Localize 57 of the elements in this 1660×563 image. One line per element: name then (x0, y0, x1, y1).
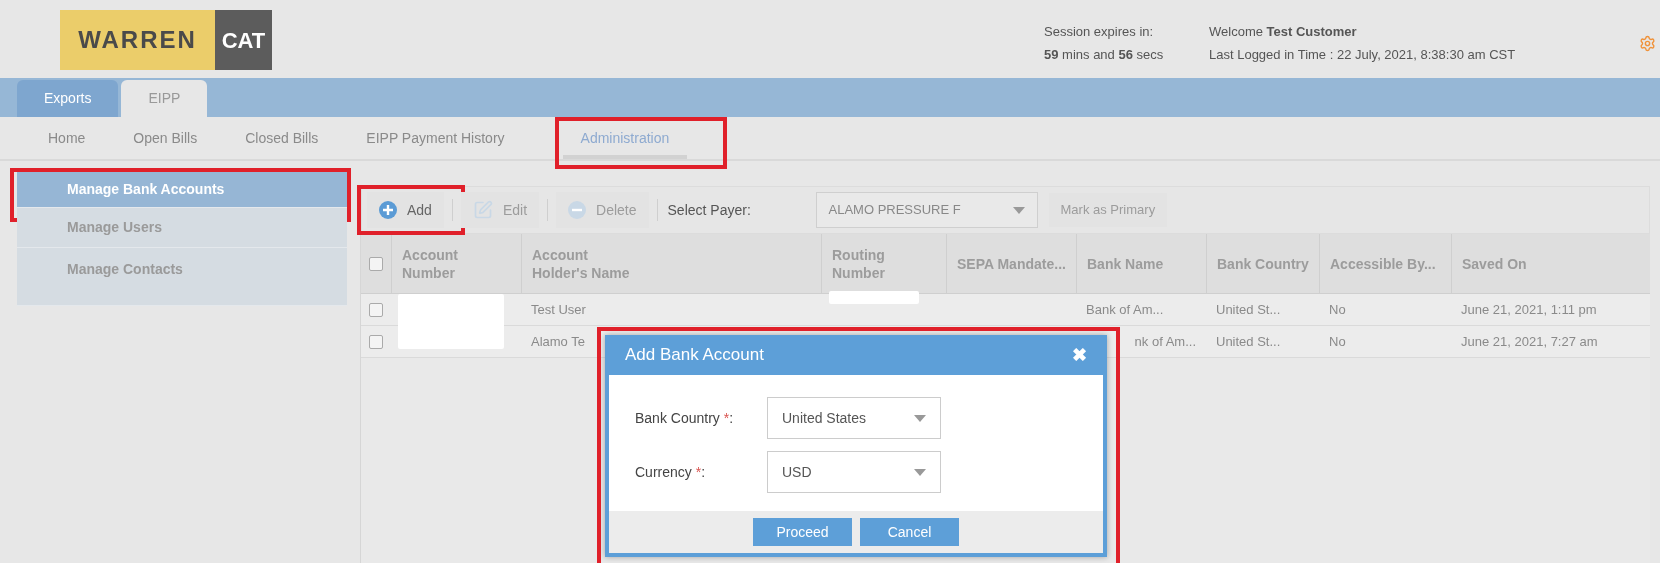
nav-link[interactable]: Administration (562, 117, 688, 159)
sidebar-item[interactable]: Manage Users (17, 208, 347, 248)
payer-label: Select Payer: (667, 200, 752, 220)
payer-select[interactable]: ALAMO PRESSURE F (815, 192, 1038, 228)
logo-wordmark: WARREN (60, 10, 215, 70)
session-label: Session expires in: (1044, 23, 1155, 41)
last-login-text: Last Logged in Time : 22 July, 2021, 8:38:30 am CST (1209, 46, 1517, 64)
caret-icon (914, 468, 926, 476)
caret-icon (914, 414, 926, 422)
table-cell-text: United St... (1216, 300, 1281, 319)
field-label-text: Bank Country (635, 408, 720, 428)
settings-icon[interactable] (1639, 35, 1656, 52)
select-field[interactable]: USD (767, 451, 941, 493)
table-cell-text: nk of Am... (1134, 332, 1196, 351)
dialog-button[interactable]: Cancel (860, 518, 959, 546)
colon: : (729, 408, 734, 428)
nav-link[interactable]: Closed Bills (227, 117, 337, 159)
column-header[interactable]: SEPA Mandate... (957, 254, 1066, 273)
table-cell-text: United St... (1216, 332, 1281, 351)
column-header[interactable]: Account Holder's Name (532, 245, 642, 282)
column-header[interactable]: Bank Country (1217, 254, 1309, 273)
select-field[interactable]: United States (767, 397, 941, 439)
column-header[interactable]: Routing Number (832, 245, 936, 282)
field-label-text: Currency (635, 462, 692, 482)
sidebar-item[interactable]: Manage Contacts (17, 248, 347, 306)
table-cell-text: Bank of Am... (1086, 300, 1164, 319)
tab[interactable]: Exports (17, 80, 119, 117)
nav-link[interactable]: Open Bills (115, 117, 216, 159)
table-cell-text: Alamo Te (531, 332, 585, 351)
nav-link[interactable]: EIPP Payment History (348, 117, 523, 159)
close-button[interactable]: ✖ (1072, 341, 1087, 369)
nav-link[interactable]: Home (30, 117, 104, 159)
table-cell-text: No (1329, 300, 1346, 319)
dialog-button[interactable]: Proceed (753, 518, 852, 546)
sidebar-item[interactable]: Manage Bank Accounts (17, 171, 347, 208)
checkbox[interactable] (369, 334, 383, 349)
logo-mark: CAT (215, 10, 272, 70)
colon: : (701, 462, 706, 482)
edit-icon (472, 200, 493, 220)
table-cell-text: June 21, 2021, 7:27 am (1461, 332, 1598, 351)
column-header[interactable]: Saved On (1462, 254, 1572, 273)
table-cell-text: June 21, 2021, 1:11 pm (1461, 300, 1597, 319)
minus-circle-icon (568, 201, 587, 219)
welcome-text: Welcome Test Customer (1209, 23, 1358, 41)
logo[interactable]: WARREN CAT (60, 10, 272, 70)
plus-circle-icon (379, 201, 397, 219)
dialog-title: Add Bank Account (625, 344, 764, 367)
column-header[interactable]: Account Number (402, 245, 511, 282)
table-cell-text: Test User (531, 300, 586, 319)
checkbox[interactable] (369, 302, 383, 317)
session-timer: 59 mins and 56 secs (1044, 46, 1165, 64)
table-cell-text: No (1329, 332, 1346, 351)
checkbox[interactable] (369, 256, 383, 271)
column-header[interactable]: Accessible By... (1330, 254, 1440, 273)
caret-icon (1012, 206, 1025, 214)
column-header[interactable]: Bank Name (1087, 254, 1196, 273)
tab[interactable]: EIPP (121, 80, 208, 117)
